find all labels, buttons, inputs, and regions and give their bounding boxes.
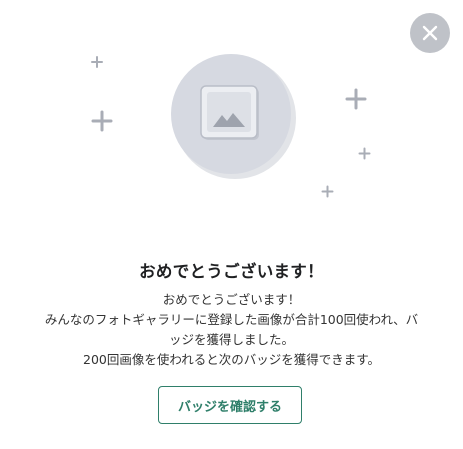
message-line: 200回画像を使われると次のバッジを獲得できます。 bbox=[83, 352, 380, 367]
sparkle-plus-icon bbox=[358, 147, 371, 160]
sparkle-plus-icon bbox=[321, 185, 334, 198]
message-line: ッジを獲得しました。 bbox=[168, 332, 294, 347]
dialog-message: おめでとうございます！ みんなのフォトギャラリーに登録した画像が合計100回使わ… bbox=[0, 290, 463, 370]
message-line: みんなのフォトギャラリーに登録した画像が合計100回使われ、バ bbox=[44, 312, 419, 327]
close-button[interactable] bbox=[410, 13, 450, 53]
sparkle-plus-icon bbox=[91, 110, 113, 132]
sparkle-plus-icon bbox=[345, 88, 367, 110]
badge-dialog: おめでとうございます！ おめでとうございます！ みんなのフォトギャラリーに登録し… bbox=[0, 0, 463, 449]
message-line: おめでとうございます！ bbox=[162, 292, 301, 307]
dialog-title: おめでとうございます！ bbox=[139, 262, 324, 281]
close-icon bbox=[422, 25, 438, 41]
image-placeholder-icon bbox=[200, 85, 262, 141]
sparkle-plus-icon bbox=[91, 56, 103, 68]
view-badge-button[interactable]: バッジを確認する bbox=[158, 386, 302, 424]
